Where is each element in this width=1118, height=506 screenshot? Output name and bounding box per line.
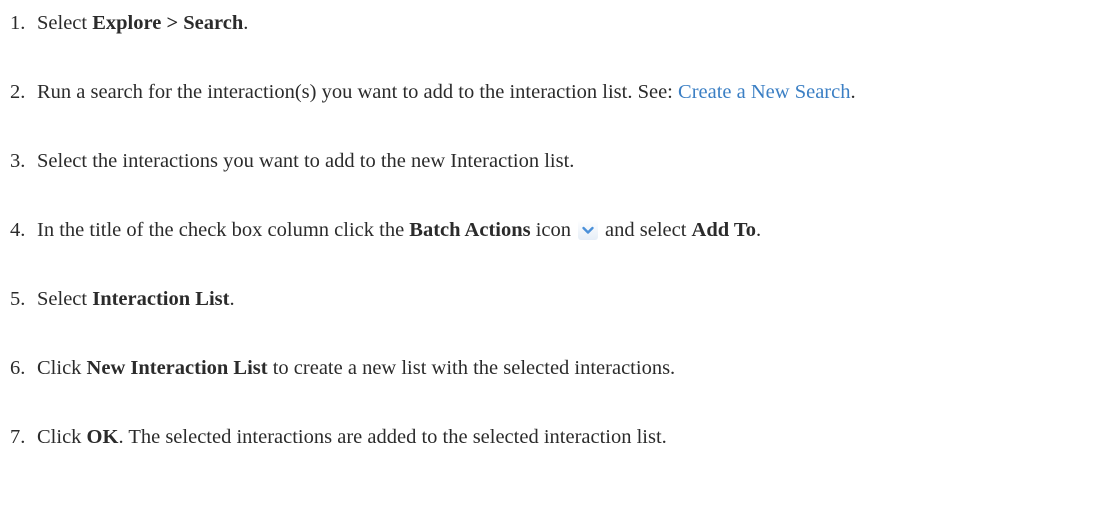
instruction-steps: 1. Select Explore > Search. 2. Run a searc…: [0, 0, 1118, 506]
ok-label: OK: [86, 426, 119, 448]
step-4: 4. In the title of the check box column c…: [10, 215, 761, 245]
step-number: 2.: [10, 81, 26, 103]
step-7: 7. Click OK. The selected interactions ar…: [10, 422, 667, 452]
step-text: icon: [530, 219, 572, 241]
step-5: 5. Select Interaction List.: [10, 284, 235, 314]
add-to-label: Add To: [691, 219, 756, 241]
step-1: 1. Select Explore > Search.: [10, 8, 248, 38]
step-2: 2. Run a search for the interaction(s) yo…: [10, 77, 856, 107]
step-number: 3.: [10, 150, 26, 172]
step-text: Select: [37, 12, 93, 34]
step-text: Run a search for the interaction(s) you …: [37, 81, 679, 103]
step-number: 1.: [10, 12, 26, 34]
step-text: .: [243, 12, 249, 34]
step-text: . The selected interactions are added to…: [118, 426, 667, 448]
step-number: 6.: [10, 357, 26, 379]
step-3: 3. Select the interactions you want to ad…: [10, 146, 574, 176]
step-text: Select: [37, 288, 93, 310]
step-text: to create a new list with the selected i…: [267, 357, 676, 379]
create-new-search-link[interactable]: Create a New Search: [678, 81, 850, 103]
step-text: Click: [37, 357, 87, 379]
step-text: .: [755, 219, 762, 241]
step-text: In the title of the check box column cli…: [37, 219, 410, 241]
step-number: 4.: [10, 219, 26, 241]
interaction-list-label: Interaction List: [92, 288, 230, 310]
step-text: Click: [37, 426, 87, 448]
step-number: 7.: [10, 426, 26, 448]
new-interaction-list-label: New Interaction List: [86, 357, 268, 379]
batch-actions-label: Batch Actions: [409, 219, 531, 241]
chevron-down-icon: [577, 219, 599, 241]
menu-path: Explore > Search: [92, 12, 244, 34]
step-6: 6. Click New Interaction List to create a…: [10, 353, 675, 383]
step-text: .: [229, 288, 235, 310]
step-text: .: [850, 81, 856, 103]
step-text: Select the interactions you want to add …: [37, 150, 575, 172]
step-text: and select: [605, 219, 692, 241]
step-number: 5.: [10, 288, 26, 310]
